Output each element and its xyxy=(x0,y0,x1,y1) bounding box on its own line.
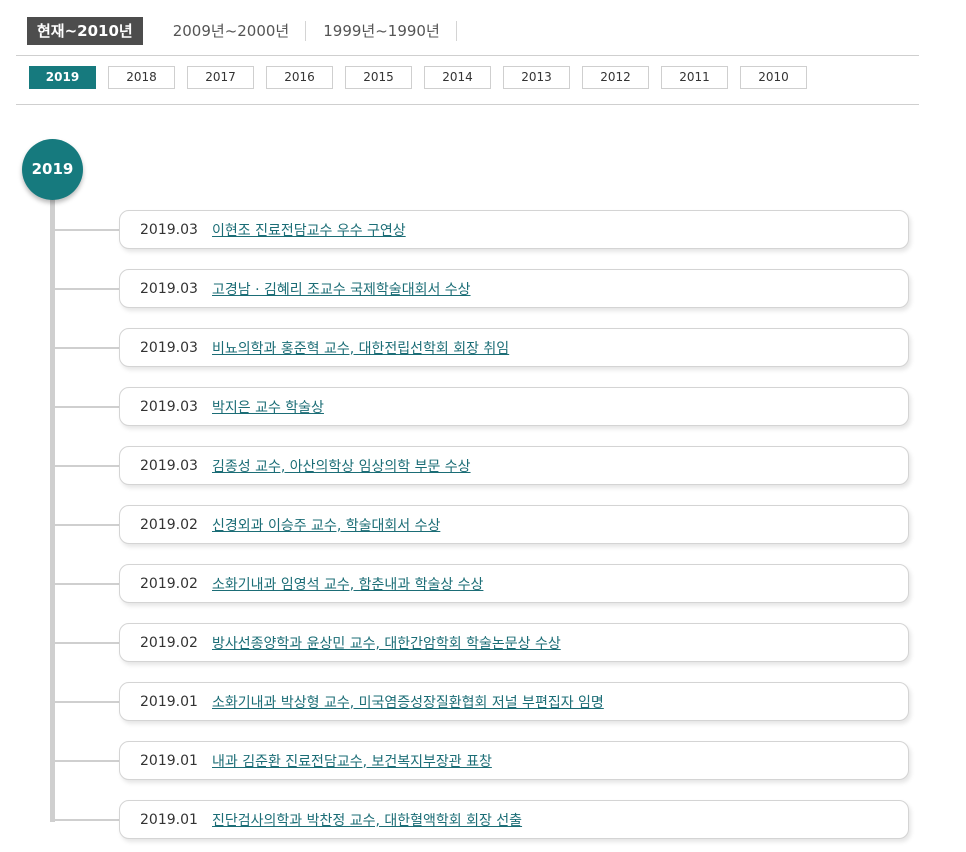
year-tab-2016[interactable]: 2016 xyxy=(266,66,333,89)
timeline-item-date: 2019.01 xyxy=(140,693,198,710)
year-tab-2011[interactable]: 2011 xyxy=(661,66,728,89)
timeline-item-link[interactable]: 내과 김준환 진료전담교수, 보건복지부장관 표창 xyxy=(212,751,492,771)
timeline-item-link[interactable]: 김종성 교수, 아산의학상 임상의학 부문 수상 xyxy=(212,456,471,476)
timeline-item-link[interactable]: 비뇨의학과 홍준혁 교수, 대한전립선학회 회장 취임 xyxy=(212,338,509,358)
timeline-item-date: 2019.03 xyxy=(140,457,198,474)
decade-tabs: 현재~2010년 2009년~2000년 1999년~1990년 xyxy=(27,17,457,45)
year-tab-2013[interactable]: 2013 xyxy=(503,66,570,89)
timeline-connector xyxy=(55,524,119,526)
timeline-item: 2019.01 진단검사의학과 박찬정 교수, 대한혈액학회 회장 선출 xyxy=(119,800,909,839)
timeline-line xyxy=(50,190,55,822)
timeline-connector xyxy=(55,701,119,703)
timeline-item-date: 2019.01 xyxy=(140,752,198,769)
year-tab-2018[interactable]: 2018 xyxy=(108,66,175,89)
timeline-connector xyxy=(55,465,119,467)
decade-tab-current-2010[interactable]: 현재~2010년 xyxy=(27,17,143,45)
timeline-item-link[interactable]: 소화기내과 박상형 교수, 미국염증성장질환협회 저널 부편집자 임명 xyxy=(212,692,604,712)
year-tab-2017[interactable]: 2017 xyxy=(187,66,254,89)
timeline-connector xyxy=(55,642,119,644)
timeline-year-badge: 2019 xyxy=(22,139,83,200)
timeline-item: 2019.03 이현조 진료전담교수 우수 구연상 xyxy=(119,210,909,249)
year-tab-2014[interactable]: 2014 xyxy=(424,66,491,89)
timeline-item-date: 2019.03 xyxy=(140,339,198,356)
decade-tab-2009-2000[interactable]: 2009년~2000년 xyxy=(153,17,307,45)
timeline-item-date: 2019.02 xyxy=(140,575,198,592)
year-tab-2019[interactable]: 2019 xyxy=(29,66,96,89)
divider xyxy=(16,104,919,105)
timeline-item-link[interactable]: 신경외과 이승주 교수, 학술대회서 수상 xyxy=(212,515,440,535)
timeline-item-link[interactable]: 진단검사의학과 박찬정 교수, 대한혈액학회 회장 선출 xyxy=(212,810,522,830)
timeline-item-link[interactable]: 이현조 진료전담교수 우수 구연상 xyxy=(212,220,406,240)
timeline-item: 2019.03 비뇨의학과 홍준혁 교수, 대한전립선학회 회장 취임 xyxy=(119,328,909,367)
timeline-item-link[interactable]: 소화기내과 임영석 교수, 함춘내과 학술상 수상 xyxy=(212,574,483,594)
timeline-item: 2019.02 방사선종양학과 윤상민 교수, 대한간암학회 학술논문상 수상 xyxy=(119,623,909,662)
timeline-item-date: 2019.02 xyxy=(140,516,198,533)
timeline-item: 2019.03 김종성 교수, 아산의학상 임상의학 부문 수상 xyxy=(119,446,909,485)
timeline-connector xyxy=(55,760,119,762)
timeline-item: 2019.01 소화기내과 박상형 교수, 미국염증성장질환협회 저널 부편집자… xyxy=(119,682,909,721)
timeline-item: 2019.02 신경외과 이승주 교수, 학술대회서 수상 xyxy=(119,505,909,544)
timeline-item-link[interactable]: 방사선종양학과 윤상민 교수, 대한간암학회 학술논문상 수상 xyxy=(212,633,561,653)
timeline-item: 2019.02 소화기내과 임영석 교수, 함춘내과 학술상 수상 xyxy=(119,564,909,603)
timeline-item-date: 2019.03 xyxy=(140,221,198,238)
decade-tab-1999-1990[interactable]: 1999년~1990년 xyxy=(306,17,457,45)
timeline-connector xyxy=(55,819,119,821)
year-tab-2010[interactable]: 2010 xyxy=(740,66,807,89)
divider xyxy=(16,55,919,56)
timeline-item-date: 2019.03 xyxy=(140,398,198,415)
timeline-connector xyxy=(55,583,119,585)
year-tab-2015[interactable]: 2015 xyxy=(345,66,412,89)
timeline-connector xyxy=(55,406,119,408)
timeline-item-date: 2019.03 xyxy=(140,280,198,297)
year-tab-2012[interactable]: 2012 xyxy=(582,66,649,89)
timeline-connector xyxy=(55,288,119,290)
timeline-item: 2019.03 박지은 교수 학술상 xyxy=(119,387,909,426)
timeline-item-date: 2019.02 xyxy=(140,634,198,651)
year-tabs: 2019 2018 2017 2016 2015 2014 2013 2012 … xyxy=(29,66,819,89)
timeline-connector xyxy=(55,229,119,231)
timeline-item-link[interactable]: 고경남 · 김혜리 조교수 국제학술대회서 수상 xyxy=(212,279,471,299)
timeline-item-date: 2019.01 xyxy=(140,811,198,828)
timeline-item: 2019.01 내과 김준환 진료전담교수, 보건복지부장관 표창 xyxy=(119,741,909,780)
timeline-item: 2019.03 고경남 · 김혜리 조교수 국제학술대회서 수상 xyxy=(119,269,909,308)
timeline-item-link[interactable]: 박지은 교수 학술상 xyxy=(212,397,324,417)
timeline-connector xyxy=(55,347,119,349)
